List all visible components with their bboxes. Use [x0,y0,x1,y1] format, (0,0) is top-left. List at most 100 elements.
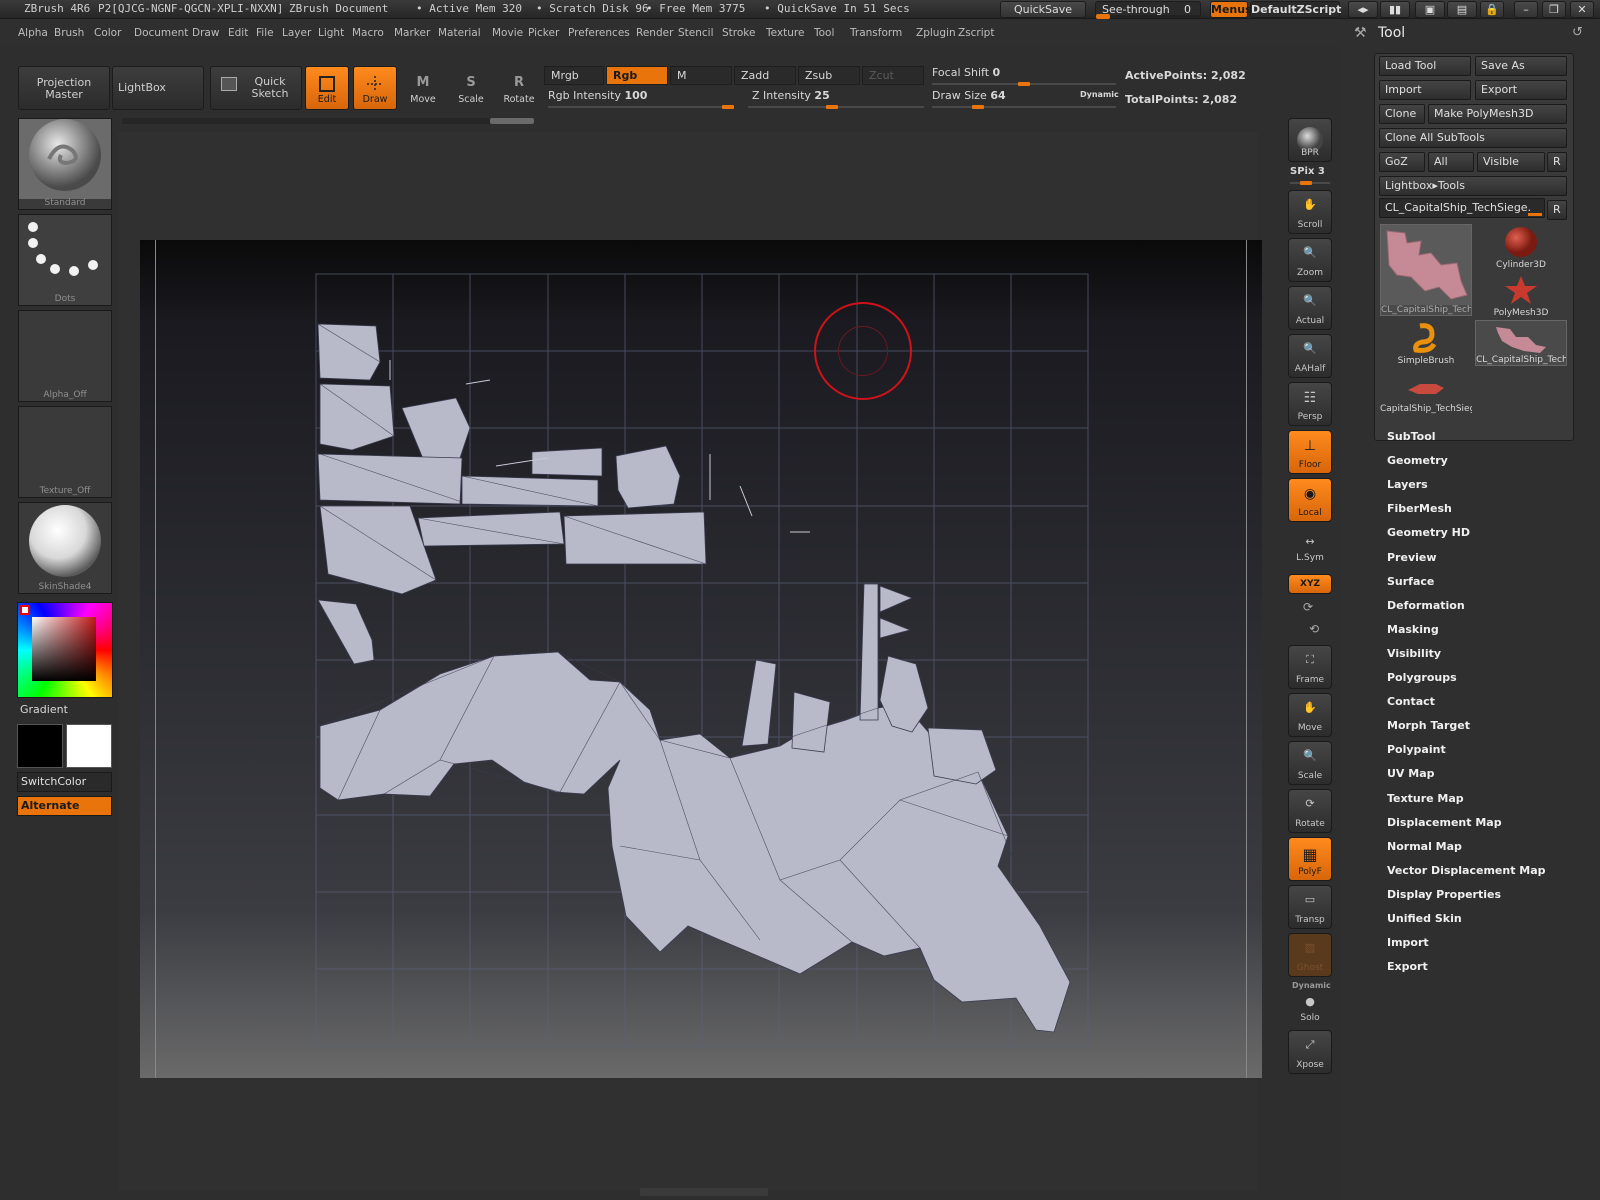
xpose-button[interactable]: ⤢ Xpose [1288,1030,1332,1074]
menu-draw[interactable]: Draw [192,27,219,39]
aahalf-button[interactable]: 🔍 AAHalf [1288,334,1332,378]
menu-layer[interactable]: Layer [282,27,311,39]
zcut-button[interactable]: Zcut [862,66,924,85]
scale-mode-button[interactable]: S Scale [449,66,493,110]
material-picker[interactable]: SkinShade4 [18,502,112,594]
goz-r-button[interactable]: R [1547,152,1567,172]
submenu-masking[interactable]: Masking [1387,623,1439,636]
menu-zscript[interactable]: Zscript [958,27,994,39]
submenu-surface[interactable]: Surface [1387,575,1434,588]
menu-alpha[interactable]: Alpha [18,27,48,39]
projection-master-button[interactable]: Projection Master [18,66,110,110]
menu-light[interactable]: Light [318,27,344,39]
move-view-button[interactable]: ✋ Move [1288,693,1332,737]
y-rotate-icon[interactable]: ⟳ [1303,600,1313,614]
menus-toggle-button[interactable]: Menus [1210,1,1252,18]
xyz-rotate-button[interactable]: XYZ [1288,574,1332,594]
z-rotate-icon[interactable]: ⟲ [1309,622,1319,636]
lsym-button[interactable]: ↔ L.Sym [1288,534,1332,564]
move-mode-button[interactable]: M Move [401,66,445,110]
submenu-displacement-map[interactable]: Displacement Map [1387,816,1502,829]
m-button[interactable]: M [670,66,732,85]
menu-material[interactable]: Material [438,27,481,39]
rgb-intensity-track[interactable] [548,105,734,109]
export-tool-button[interactable]: Export [1475,80,1567,100]
tool-capitalship[interactable]: CapitalShip_TechSieg [1380,368,1472,414]
submenu-geometry-hd[interactable]: Geometry HD [1387,526,1470,539]
bottom-tray-handle[interactable] [640,1188,768,1196]
persp-button[interactable]: ☷ Persp [1288,382,1332,426]
submenu-normal-map[interactable]: Normal Map [1387,840,1462,853]
minimize-icon[interactable]: – [1514,1,1538,18]
alternate-button[interactable]: Alternate [17,796,112,816]
document-scroll-thumb[interactable] [490,118,534,124]
scroll-button[interactable]: ✋ Scroll [1288,190,1332,234]
submenu-import[interactable]: Import [1387,936,1429,949]
menu-render[interactable]: Render [636,27,673,39]
draw-size-track[interactable] [932,105,1116,109]
rgb-intensity-slider[interactable]: Rgb Intensity 100 [548,89,647,102]
submenu-morph-target[interactable]: Morph Target [1387,719,1470,732]
document-scrollbar[interactable] [122,118,534,124]
stroke-picker[interactable]: Dots [18,214,112,306]
viewport-canvas[interactable] [140,240,1262,1078]
see-through-slider[interactable]: See-through 0 [1095,1,1201,19]
tool-thumbnail-active[interactable]: CL_CapitalShip_Tech [1380,224,1472,316]
lightbox-tools-button[interactable]: Lightbox▸Tools [1379,176,1567,196]
close-icon[interactable]: ✕ [1570,1,1594,18]
floor-button[interactable]: ⊥ Floor [1288,430,1332,474]
polyf-button[interactable]: ▦ PolyF [1288,837,1332,881]
submenu-texture-map[interactable]: Texture Map [1387,792,1464,805]
local-button[interactable]: ◉ Local [1288,478,1332,522]
menu-transform[interactable]: Transform [850,27,902,39]
goz-visible-button[interactable]: Visible [1477,152,1545,172]
secondary-color-swatch[interactable] [66,724,112,768]
tool-simplebrush[interactable]: SimpleBrush [1380,320,1472,366]
actual-button[interactable]: 🔍 Actual [1288,286,1332,330]
layout-icon[interactable]: ▣ [1415,1,1445,18]
menu-zplugin[interactable]: Zplugin [916,27,956,39]
submenu-layers[interactable]: Layers [1387,478,1428,491]
tool-cylinder[interactable]: Cylinder3D [1475,224,1567,270]
solo-button[interactable]: ● Solo [1288,992,1332,1024]
menu-document[interactable]: Document [134,27,188,39]
bpr-button[interactable]: BPR [1288,118,1332,162]
arrows-left-icon[interactable]: ◂▸ [1348,1,1378,18]
goz-all-button[interactable]: All [1428,152,1474,172]
goz-button[interactable]: GoZ [1379,152,1425,172]
menu-macro[interactable]: Macro [352,27,384,39]
switch-color-button[interactable]: SwitchColor [17,772,112,792]
zoom-button[interactable]: 🔍 Zoom [1288,238,1332,282]
submenu-visibility[interactable]: Visibility [1387,647,1441,660]
menu-picker[interactable]: Picker [528,27,559,39]
menu-movie[interactable]: Movie [492,27,523,39]
tool-polymesh[interactable]: PolyMesh3D [1475,272,1567,318]
dynamic-toggle[interactable]: Dynamic [1080,90,1119,99]
save-as-button[interactable]: Save As [1475,56,1567,76]
focal-shift-slider[interactable]: Focal Shift 0 [932,66,1000,79]
import-tool-button[interactable]: Import [1379,80,1471,100]
submenu-geometry[interactable]: Geometry [1387,454,1448,467]
menu-stroke[interactable]: Stroke [722,27,755,39]
submenu-unified-skin[interactable]: Unified Skin [1387,912,1462,925]
rotate-view-button[interactable]: ⟳ Rotate [1288,789,1332,833]
menu-color[interactable]: Color [94,27,121,39]
zadd-button[interactable]: Zadd [734,66,796,85]
menu-preferences[interactable]: Preferences [568,27,630,39]
menu-tool[interactable]: Tool [814,27,834,39]
spix-slider[interactable] [1290,181,1330,185]
color-saturation-square[interactable] [32,617,96,681]
default-zscript-button[interactable]: DefaultZScript [1250,1,1341,18]
draw-mode-button[interactable]: Draw [353,66,397,110]
submenu-uv-map[interactable]: UV Map [1387,767,1435,780]
submenu-vector-displacement-map[interactable]: Vector Displacement Map [1387,864,1546,877]
submenu-polygroups[interactable]: Polygroups [1387,671,1457,684]
submenu-export[interactable]: Export [1387,960,1428,973]
submenu-subtool[interactable]: SubTool [1387,430,1436,443]
submenu-preview[interactable]: Preview [1387,551,1437,564]
z-intensity-track[interactable] [748,105,924,109]
palette-reset-icon[interactable]: ↺ [1572,25,1583,40]
frame-button[interactable]: ⛶ Frame [1288,645,1332,689]
brush-picker[interactable]: Standard [18,118,112,210]
clone-button[interactable]: Clone [1379,104,1425,124]
